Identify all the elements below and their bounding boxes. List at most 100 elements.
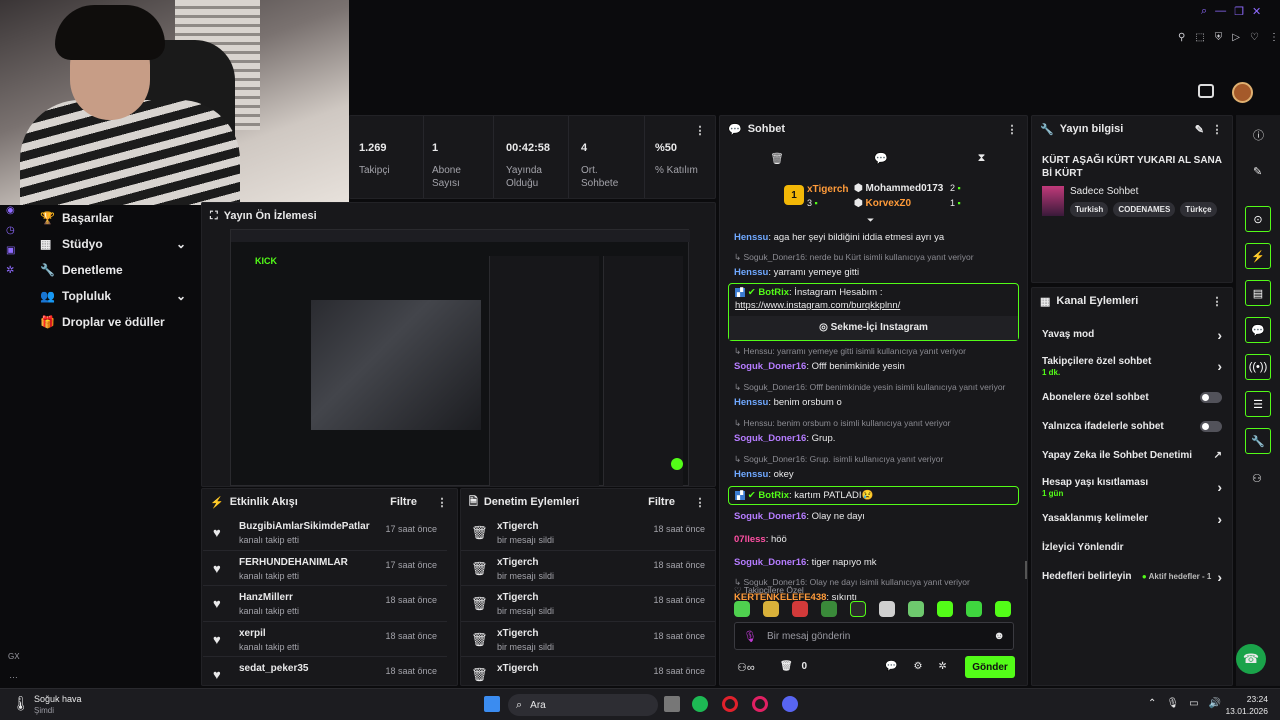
- feed-user[interactable]: xTigerch: [497, 663, 539, 674]
- rail-button-bolt[interactable]: ⚡: [1245, 243, 1271, 269]
- emote[interactable]: [850, 601, 866, 617]
- pencil-icon[interactable]: ✎: [1253, 165, 1262, 178]
- moderation-menu-button[interactable]: ⋮: [693, 496, 707, 509]
- taskbar-search[interactable]: ⌕ Ara: [508, 694, 658, 716]
- screenshot-icon[interactable]: ⬚: [1195, 32, 1204, 43]
- feed-row[interactable]: 🗑 xTigerch bir mesajı sildi 18 saat önce: [461, 551, 715, 586]
- feed-user[interactable]: FERHUNDEHANIMLAR: [239, 557, 348, 568]
- category-thumbnail[interactable]: [1042, 186, 1064, 216]
- feed-user[interactable]: xTigerch: [497, 592, 554, 603]
- more-icon[interactable]: …: [9, 670, 18, 680]
- leader-first-name[interactable]: xTigerch: [807, 184, 849, 195]
- feed-user[interactable]: HanzMillerr: [239, 592, 299, 603]
- chevron-up-icon[interactable]: ⌃: [1148, 698, 1156, 709]
- feed-user[interactable]: xTigerch: [497, 521, 554, 532]
- activity-menu-button[interactable]: ⋮: [435, 496, 449, 509]
- maximize-icon[interactable]: ❐: [1234, 5, 1244, 18]
- network-icon[interactable]: ▭: [1189, 698, 1198, 709]
- collapse-icon[interactable]: ⏷: [867, 215, 874, 226]
- feed-row[interactable]: ♥ BuzgibiAmlarSikimdePatlar kanalı takip e…: [203, 515, 447, 551]
- search-icon[interactable]: ⌕: [1201, 5, 1207, 18]
- feed-user[interactable]: xTigerch: [497, 557, 554, 568]
- emote[interactable]: [937, 601, 953, 617]
- clock-time[interactable]: 23:24: [1228, 694, 1268, 704]
- tag[interactable]: Türkçe: [1180, 202, 1217, 217]
- shield-icon[interactable]: ⛨: [1215, 32, 1223, 43]
- avatar[interactable]: [1232, 82, 1253, 103]
- play-icon[interactable]: ▷: [1232, 32, 1240, 43]
- channel-action[interactable]: İzleyici Yönlendir: [1032, 533, 1232, 562]
- chevron-right-icon[interactable]: ›: [1217, 479, 1222, 495]
- feed-row[interactable]: ♥ HanzMillerr kanalı takip etti 18 saat önc…: [203, 586, 447, 622]
- gift-points[interactable]: 🗑 0: [780, 661, 807, 672]
- info-icon[interactable]: ⓘ: [1253, 127, 1264, 143]
- feed-row[interactable]: ♥ xerpil kanalı takip etti 18 saat önce: [203, 622, 447, 657]
- discord-icon[interactable]: [782, 696, 798, 712]
- mic-icon[interactable]: 🎙: [743, 630, 757, 643]
- chevron-down-icon[interactable]: ⌄: [176, 237, 186, 251]
- feed-user[interactable]: xTigerch: [497, 628, 554, 639]
- moderation-filter-button[interactable]: Filtre: [648, 496, 675, 508]
- feed-user[interactable]: xerpil: [239, 628, 299, 639]
- channel-action[interactable]: Yalnızca ifadelerle sohbet: [1032, 412, 1232, 441]
- puzzle-icon[interactable]: ⚇: [1252, 472, 1262, 485]
- heart-icon[interactable]: ♡: [1250, 32, 1259, 43]
- send-button[interactable]: Gönder: [965, 656, 1015, 678]
- channel-action[interactable]: Hedefleri belirleyin ● Aktif hedefler - 1…: [1032, 562, 1232, 591]
- help-chat-button[interactable]: ☎: [1236, 644, 1266, 674]
- emote[interactable]: [966, 601, 982, 617]
- feed-row[interactable]: 🗑 xTigerch 18 saat önce: [461, 657, 715, 685]
- leader-second[interactable]: ⬢ Mohammed0173: [854, 183, 943, 194]
- emote[interactable]: [995, 601, 1011, 617]
- category-name[interactable]: Sadece Sohbet: [1070, 186, 1138, 197]
- feed-row[interactable]: 🗑 xTigerch bir mesajı sildi 18 saat önce: [461, 622, 715, 657]
- chat-input[interactable]: 🎙 Bir mesaj gönderin ☻: [734, 622, 1014, 650]
- puzzle-icon[interactable]: ✲: [938, 661, 946, 672]
- rail-button-broadcast[interactable]: ((•)): [1245, 354, 1271, 380]
- channel-action[interactable]: Yapay Zeka ile Sohbet Denetimi ↗: [1032, 441, 1232, 470]
- external-link-icon[interactable]: ↗: [1214, 450, 1222, 461]
- preview-video[interactable]: KICK: [230, 229, 690, 486]
- toggle-switch[interactable]: [1200, 392, 1222, 403]
- spotify-icon[interactable]: [692, 696, 708, 712]
- chevron-right-icon[interactable]: ›: [1217, 327, 1222, 343]
- feed-user[interactable]: sedat_peker35: [239, 663, 309, 674]
- chat-bubble-icon[interactable]: 💬: [885, 661, 897, 672]
- edit-icon[interactable]: ✎: [1195, 123, 1204, 136]
- chevron-right-icon[interactable]: ›: [1217, 358, 1222, 374]
- creator-icon[interactable]: [1198, 84, 1214, 98]
- chat-menu-button[interactable]: ⋮: [1005, 123, 1019, 136]
- nav-item-achievements[interactable]: 🏆 Başarılar: [0, 205, 200, 231]
- bot-link[interactable]: https://www.instagram.com/burqkkplnn/: [735, 300, 1012, 311]
- opera-gx-icon[interactable]: [752, 696, 768, 712]
- feed-row[interactable]: ♥ FERHUNDEHANIMLAR kanalı takip etti 17 saa…: [203, 551, 447, 586]
- channel-action[interactable]: Abonelere özel sohbet: [1032, 383, 1232, 412]
- start-button-icon[interactable]: [484, 696, 500, 712]
- rail-button-list[interactable]: ☰: [1245, 391, 1271, 417]
- nav-item-community[interactable]: 👥 Topluluk ⌄: [0, 283, 200, 309]
- instagram-tab-button[interactable]: ◎ Sekme-İçi Instagram: [729, 316, 1018, 340]
- emote[interactable]: [908, 601, 924, 617]
- chevron-down-icon[interactable]: ⌄: [176, 289, 186, 303]
- feed-row[interactable]: 🗑 xTigerch bir mesajı sildi 18 saat önce: [461, 515, 715, 551]
- channel-action[interactable]: Hesap yaşı kısıtlaması 1 gün ›: [1032, 470, 1232, 504]
- points-icon[interactable]: ⚇∞: [737, 661, 755, 674]
- rail-button-chat[interactable]: 💬: [1245, 317, 1271, 343]
- channel-action[interactable]: Takipçilere özel sohbet 1 dk. ›: [1032, 349, 1232, 383]
- chat-scrollbar[interactable]: [1025, 561, 1027, 579]
- channel-menu-button[interactable]: ⋮: [1210, 295, 1224, 308]
- mic-icon[interactable]: 🎙: [1166, 698, 1179, 709]
- nav-item-moderation[interactable]: 🔧 Denetleme: [0, 257, 200, 283]
- channel-action[interactable]: Yasaklanmış kelimeler ›: [1032, 504, 1232, 533]
- chevron-right-icon[interactable]: ›: [1217, 511, 1222, 527]
- channel-action[interactable]: Yavaş mod ›: [1032, 320, 1232, 349]
- menu-icon[interactable]: ⋮: [1269, 32, 1279, 43]
- tag[interactable]: Turkish: [1070, 202, 1109, 217]
- emoji-icon[interactable]: ☻: [993, 630, 1005, 642]
- feed-row[interactable]: 🗑 xTigerch bir mesajı sildi 18 saat önce: [461, 586, 715, 622]
- opera-icon[interactable]: [722, 696, 738, 712]
- gear-icon[interactable]: ⚙: [913, 661, 922, 672]
- close-icon[interactable]: ✕: [1252, 5, 1261, 18]
- feed-row[interactable]: ♥ sedat_peker35 18 saat önce: [203, 657, 447, 685]
- rail-button-document[interactable]: ▤: [1245, 280, 1271, 306]
